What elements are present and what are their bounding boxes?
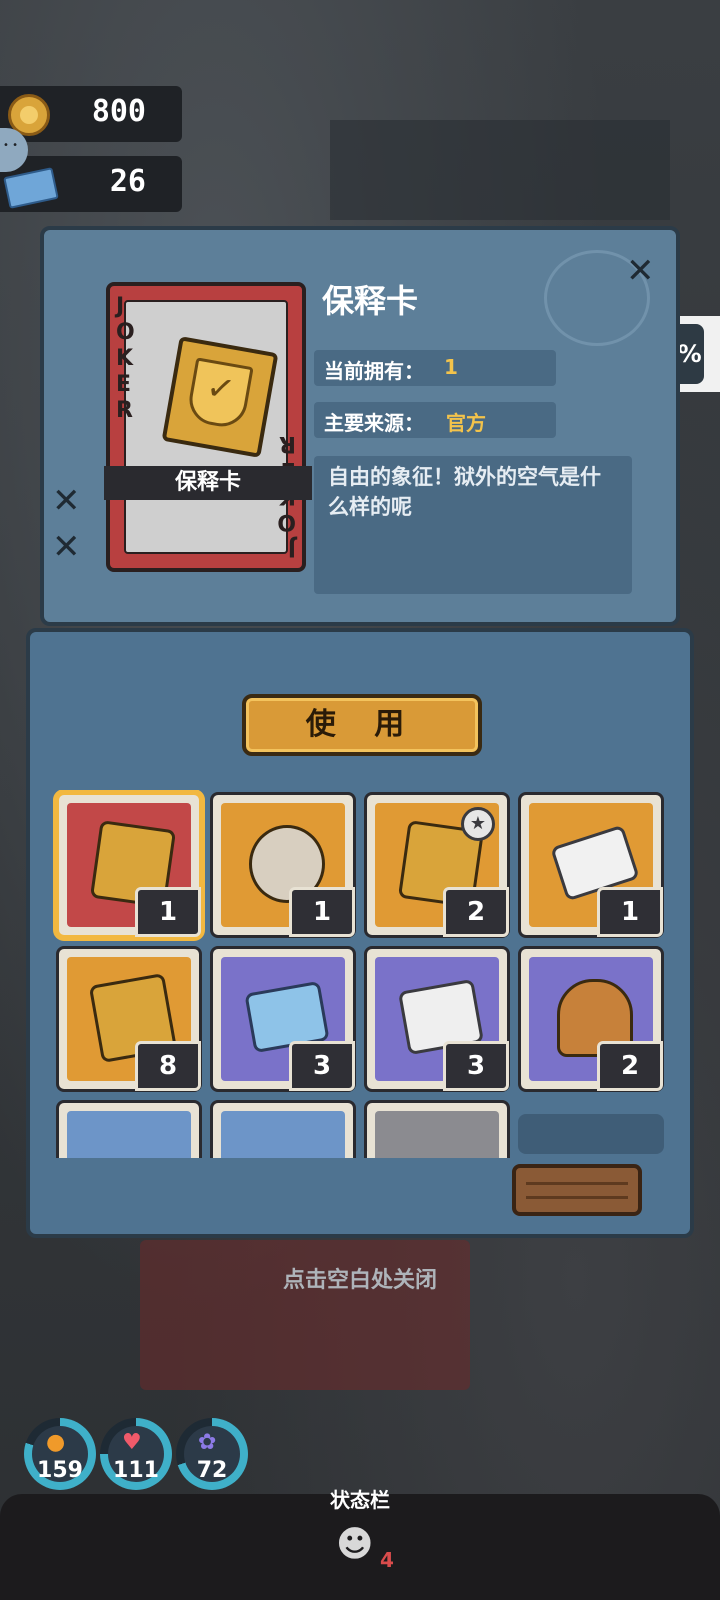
x-mark-icon: ✕ <box>52 481 81 521</box>
item-description: 自由的象征！狱外的空气是什么样的呢 <box>328 465 601 519</box>
sanity-value: 72 <box>196 1458 228 1483</box>
slot-count: 2 <box>597 1041 663 1091</box>
inventory-slot[interactable]: ★ 2 <box>364 792 510 938</box>
background-board <box>330 120 670 220</box>
brain-icon: ✿ <box>198 1430 217 1455</box>
heart-icon: ♥ <box>122 1430 142 1455</box>
sort-button[interactable] <box>512 1164 642 1216</box>
card-band-label: 保释卡 <box>104 466 312 500</box>
slot-count: 1 <box>597 887 663 937</box>
item-description-box: 自由的象征！狱外的空气是什么样的呢 <box>314 456 632 594</box>
inventory-slot[interactable] <box>56 1100 202 1158</box>
ticket-icon <box>3 167 59 209</box>
inventory-slot[interactable]: 8 <box>56 946 202 1092</box>
slot-count: 1 <box>289 887 355 937</box>
health-gauge[interactable]: ♥ 111 <box>100 1418 172 1490</box>
card-face <box>124 300 288 554</box>
star-badge-icon: ★ <box>461 807 495 841</box>
inventory-slot[interactable]: 1 <box>518 792 664 938</box>
ticket-value: 26 <box>109 164 146 199</box>
masks-count: 4 <box>380 1548 394 1572</box>
x-mark-icon: ✕ <box>626 251 655 291</box>
owned-label: 当前拥有： <box>324 359 424 383</box>
hunger-value: 159 <box>37 1458 83 1483</box>
coin-counter: 800 <box>0 86 182 142</box>
inventory-slot[interactable]: 2 <box>518 946 664 1092</box>
inventory-slot[interactable] <box>364 1100 510 1158</box>
sanity-gauge[interactable]: ✿ 72 <box>176 1418 248 1490</box>
card-corner-text: JOKER <box>116 294 136 423</box>
slot-count: 1 <box>135 887 201 937</box>
close-hint[interactable]: 点击空白处关闭 <box>0 1262 720 1294</box>
slot-background <box>375 1111 499 1158</box>
owned-row: 当前拥有： 1 <box>314 350 556 386</box>
inventory-slot-empty <box>518 1114 664 1154</box>
owned-value: 1 <box>444 355 458 379</box>
source-row: 主要来源： 官方 <box>314 402 556 438</box>
slot-count: 3 <box>443 1041 509 1091</box>
use-button[interactable]: 使 用 <box>242 694 482 756</box>
inventory-slot[interactable]: 1 <box>210 792 356 938</box>
theater-masks-icon[interactable]: ☻ <box>336 1524 374 1565</box>
status-bar-title[interactable]: 状态栏 <box>0 1484 720 1513</box>
ticket-counter: 26 <box>0 156 182 212</box>
hunger-icon: ● <box>46 1430 66 1455</box>
slot-background <box>221 1111 345 1158</box>
bail-card-icon <box>161 336 279 458</box>
slot-count: 2 <box>443 887 509 937</box>
inventory-slot[interactable] <box>210 1100 356 1158</box>
inventory-slot[interactable]: 3 <box>364 946 510 1092</box>
inventory-grid: 1 1 ★ 2 1 8 3 3 2 <box>52 790 666 1158</box>
hunger-gauge[interactable]: ● 159 <box>24 1418 96 1490</box>
inventory-slot[interactable]: 1 <box>56 792 202 938</box>
source-value: 官方 <box>446 411 486 435</box>
slot-background <box>67 1111 191 1158</box>
source-label: 主要来源： <box>324 411 424 435</box>
slot-count: 3 <box>289 1041 355 1091</box>
item-title: 保释卡 <box>322 282 419 320</box>
item-card-preview: JOKER JOKER 保释卡 <box>104 282 312 572</box>
x-mark-icon: ✕ <box>52 527 81 567</box>
slot-count: 8 <box>135 1041 201 1091</box>
coin-value: 800 <box>91 94 146 129</box>
health-value: 111 <box>113 1458 159 1483</box>
inventory-slot[interactable]: 3 <box>210 946 356 1092</box>
